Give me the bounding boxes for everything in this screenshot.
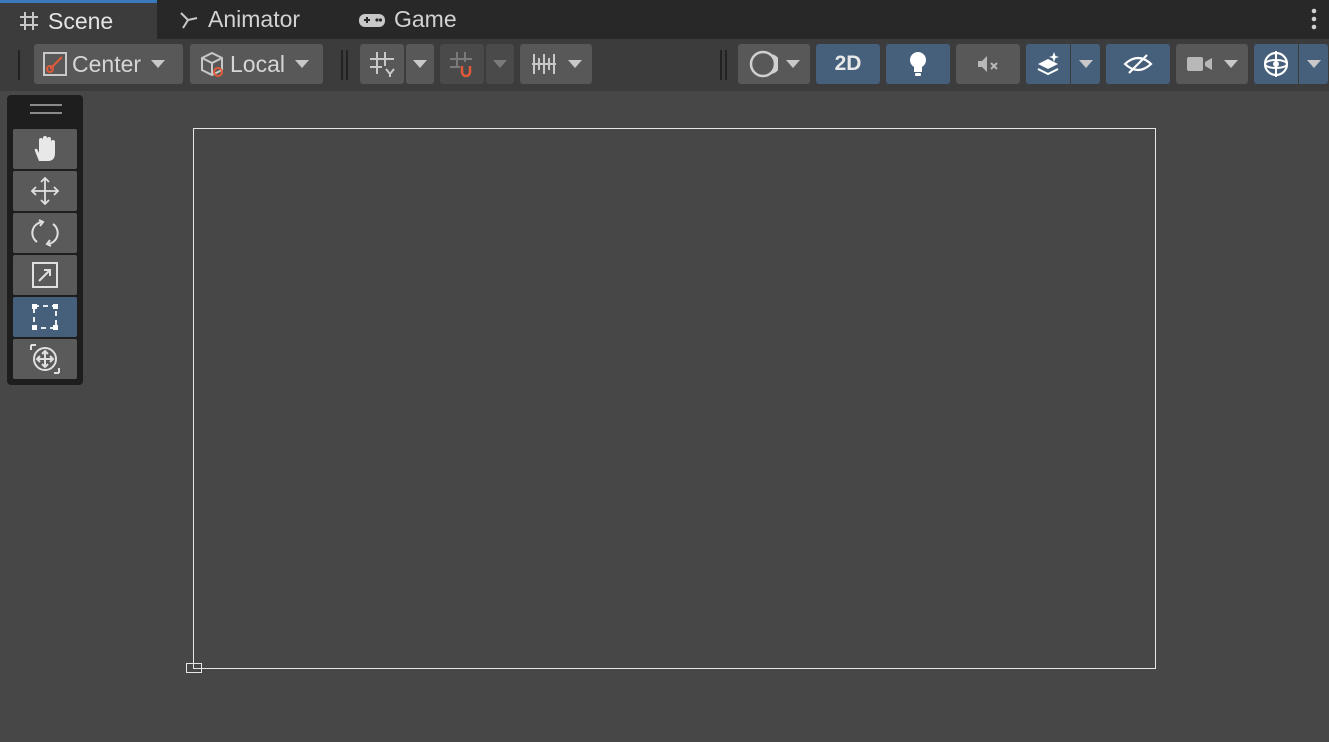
chevron-down-icon	[1306, 60, 1321, 68]
canvas-origin-handle[interactable]	[186, 663, 202, 673]
grid-visibility-icon	[370, 52, 395, 77]
tab-label: Animator	[208, 6, 301, 32]
scene-visibility-toggle[interactable]	[1106, 44, 1170, 84]
hidden-eye-icon	[1123, 54, 1153, 74]
chevron-down-icon	[1224, 60, 1238, 68]
tab-scene[interactable]: Scene	[0, 0, 157, 39]
tab-label: Game	[394, 6, 457, 32]
grid-snapping-button[interactable]	[440, 44, 484, 84]
chevron-down-icon	[294, 60, 309, 68]
chevron-down-icon	[1078, 60, 1093, 68]
tools-overlay	[7, 95, 83, 385]
rect-transform-icon	[32, 304, 58, 330]
increment-snap-dropdown[interactable]	[520, 44, 592, 84]
gamepad-icon	[359, 13, 385, 27]
scene-camera-dropdown[interactable]	[1176, 44, 1248, 84]
gizmos-toggle[interactable]	[1254, 44, 1298, 84]
tab-bar: Scene Animator Game	[0, 0, 1329, 39]
chevron-down-icon	[493, 60, 507, 68]
hand-tool-button[interactable]	[13, 129, 77, 169]
camera-icon	[1187, 57, 1212, 71]
toolbar-separator	[725, 50, 727, 80]
gizmo-globe-icon	[1263, 51, 1289, 77]
2d-mode-label: 2D	[834, 52, 862, 75]
toolbar-grip	[18, 50, 20, 80]
effects-layers-icon	[1037, 52, 1059, 76]
effects-toggle[interactable]	[1026, 44, 1070, 84]
chevron-down-icon	[413, 60, 427, 68]
audio-mute-icon	[978, 56, 998, 72]
animator-icon	[180, 11, 198, 29]
tab-animator[interactable]: Animator	[160, 0, 335, 39]
grid-icon	[20, 12, 38, 30]
grid-visibility-button[interactable]	[360, 44, 404, 84]
hand-icon	[34, 136, 55, 161]
draw-mode-dropdown[interactable]	[738, 44, 810, 84]
pivot-rotation-dropdown[interactable]: Local	[190, 44, 323, 84]
scene-toolbar: Center Local 2D	[0, 39, 1329, 91]
local-cube-icon	[201, 51, 223, 77]
pivot-center-icon	[43, 52, 67, 76]
effects-menu[interactable]	[1071, 44, 1100, 84]
scene-audio-toggle[interactable]	[956, 44, 1020, 84]
chevron-down-icon	[786, 60, 800, 68]
grid-snap-icon	[450, 52, 472, 78]
scene-lighting-toggle[interactable]	[886, 44, 950, 84]
transform-tool-button[interactable]	[13, 339, 77, 379]
game-view-bounds	[193, 128, 1156, 669]
rotate-icon	[31, 219, 59, 247]
lightbulb-icon	[910, 52, 926, 76]
scale-icon	[32, 262, 58, 288]
increment-snap-icon	[532, 54, 556, 74]
toolbar-separator	[341, 50, 343, 80]
pivot-mode-dropdown[interactable]: Center	[34, 44, 183, 84]
drag-handle-icon[interactable]	[30, 104, 62, 114]
scale-tool-button[interactable]	[13, 255, 77, 295]
toolbar-separator	[720, 50, 722, 80]
move-arrows-icon	[30, 176, 60, 206]
rect-tool-button[interactable]	[13, 297, 77, 337]
grid-visibility-menu[interactable]	[406, 44, 434, 84]
shading-mode-icon	[749, 50, 778, 78]
gizmos-menu[interactable]	[1299, 44, 1328, 84]
transform-icon	[30, 344, 60, 374]
pivot-rotation-label: Local	[230, 50, 285, 77]
toolbar-separator	[346, 50, 348, 80]
scene-window: Scene Animator Game Center Local 2D	[0, 0, 1329, 742]
tab-game[interactable]: Game	[340, 0, 480, 39]
rotate-tool-button[interactable]	[13, 213, 77, 253]
chevron-down-icon	[568, 60, 582, 68]
more-options-icon[interactable]	[1311, 8, 1317, 30]
pivot-mode-label: Center	[72, 50, 142, 77]
tab-label: Scene	[48, 7, 114, 34]
chevron-down-icon	[151, 60, 166, 68]
2d-mode-toggle[interactable]: 2D	[816, 44, 880, 84]
grid-snapping-menu[interactable]	[486, 44, 514, 84]
move-tool-button[interactable]	[13, 171, 77, 211]
